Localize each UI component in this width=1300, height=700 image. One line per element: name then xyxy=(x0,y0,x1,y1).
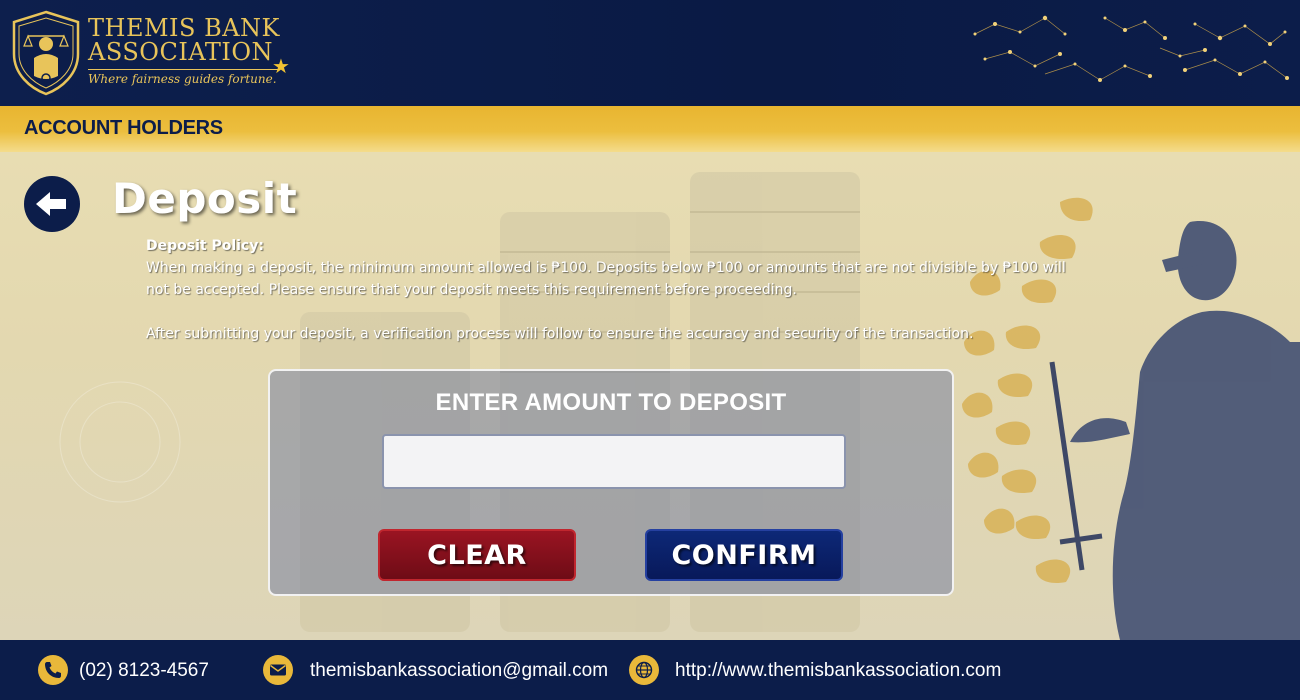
brand-name-line2: ASSOCIATION xyxy=(88,38,273,66)
policy-heading: Deposit Policy: xyxy=(146,238,264,254)
brand-divider xyxy=(88,69,280,70)
phone-icon xyxy=(38,655,68,685)
section-bar: ACCOUNT HOLDERS xyxy=(0,106,1300,152)
footer-website[interactable]: http://www.themisbankassociation.com xyxy=(675,660,1001,682)
globe-icon xyxy=(629,655,659,685)
site-footer: (02) 8123-4567 themisbankassociation@gma… xyxy=(0,640,1300,700)
deposit-policy: Deposit Policy: When making a deposit, t… xyxy=(146,235,1086,345)
confirm-button[interactable]: CONFIRM xyxy=(645,529,843,581)
footer-email[interactable]: themisbankassociation@gmail.com xyxy=(310,660,608,682)
back-button[interactable] xyxy=(24,176,80,232)
brand-tagline: Where fairness guides fortune. xyxy=(88,72,277,86)
footer-phone[interactable]: (02) 8123-4567 xyxy=(79,660,209,682)
constellation-decoration-icon xyxy=(973,15,1289,82)
deposit-amount-input[interactable] xyxy=(382,434,846,489)
clear-button[interactable]: CLEAR xyxy=(378,529,576,581)
star-icon: ★ xyxy=(272,54,290,78)
deposit-form-card: ENTER AMOUNT TO DEPOSIT CLEAR CONFIRM xyxy=(268,369,954,596)
site-header: THEMIS BANK ASSOCIATION Where fairness g… xyxy=(0,0,1300,106)
email-icon xyxy=(263,655,293,685)
deposit-form-title: ENTER AMOUNT TO DEPOSIT xyxy=(435,389,787,416)
main-content: Deposit Deposit Policy: When making a de… xyxy=(0,152,1300,640)
arrow-left-icon xyxy=(36,192,66,216)
page-title: Deposit xyxy=(112,174,298,223)
policy-paragraph-1: When making a deposit, the minimum amoun… xyxy=(146,260,1066,298)
policy-paragraph-2: After submitting your deposit, a verific… xyxy=(146,326,974,342)
section-title: ACCOUNT HOLDERS xyxy=(24,117,223,139)
themis-shield-logo-icon[interactable] xyxy=(10,10,82,96)
